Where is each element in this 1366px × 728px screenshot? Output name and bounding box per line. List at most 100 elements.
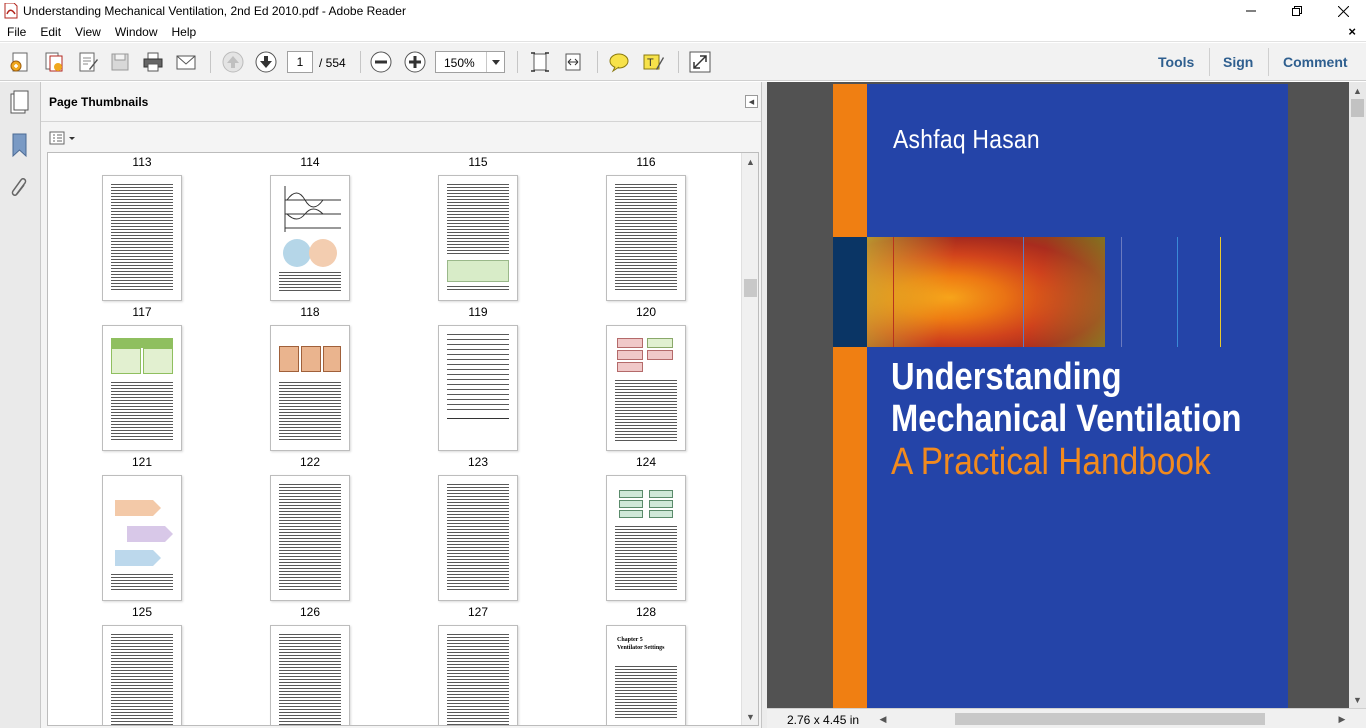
close-document-button[interactable]: × (1348, 24, 1356, 39)
attachments-icon[interactable] (9, 175, 31, 201)
menu-window[interactable]: Window (108, 25, 165, 39)
scroll-up-arrow-icon[interactable]: ▲ (742, 153, 758, 170)
cover-navy-block (833, 237, 867, 347)
zoom-out-icon[interactable] (369, 50, 393, 74)
chevron-down-icon[interactable] (486, 52, 504, 72)
combine-files-icon[interactable] (42, 50, 66, 74)
page-thumbnail[interactable]: Chapter 5 Ventilator Settings (606, 625, 686, 725)
page-thumbnail[interactable] (102, 475, 182, 601)
page-number-label: 122 (299, 455, 321, 469)
page-number-label: 115 (468, 155, 488, 169)
zoom-value: 150% (444, 56, 475, 70)
scrollbar-thumb[interactable] (1351, 99, 1364, 117)
page-number-label: 128 (635, 605, 657, 619)
page-number-input[interactable]: 1 (287, 51, 313, 73)
edit-icon[interactable] (76, 50, 100, 74)
page-thumbnail[interactable] (102, 625, 182, 725)
zoom-select[interactable]: 150% (435, 51, 505, 73)
tools-link[interactable]: Tools (1158, 54, 1194, 70)
panel-header: Page Thumbnails ◀ (41, 82, 761, 122)
page-thumbnail[interactable] (606, 475, 686, 601)
page-thumbnail[interactable] (438, 475, 518, 601)
page-thumbnail[interactable] (438, 325, 518, 451)
page-thumbnail[interactable] (606, 325, 686, 451)
menu-file[interactable]: File (0, 25, 33, 39)
document-view[interactable]: Ashfaq Hasan Understanding Mechanical Ve… (767, 82, 1366, 708)
minimize-button[interactable] (1228, 0, 1274, 22)
menu-help[interactable]: Help (165, 25, 204, 39)
page-thumbnail[interactable] (102, 175, 182, 301)
scrollbar-thumb[interactable] (744, 279, 757, 297)
page-number-label: 127 (467, 605, 489, 619)
chapter-title: Ventilator Settings (617, 645, 665, 651)
thumbnail-options-button[interactable] (49, 129, 77, 147)
page-thumbnails-icon[interactable] (9, 90, 31, 116)
page-thumbnail[interactable] (270, 625, 350, 725)
status-bar: 2.76 x 4.45 in ◀ ▶ (767, 708, 1366, 728)
thumbnails-scrollbar[interactable]: ▲ ▼ (741, 153, 758, 725)
scroll-right-arrow-icon[interactable]: ▶ (1334, 711, 1350, 727)
window-title: Understanding Mechanical Ventilation, 2n… (23, 4, 406, 18)
page-number-label: 118 (300, 305, 320, 319)
page-number-label: 120 (635, 305, 657, 319)
print-icon[interactable] (141, 50, 165, 74)
save-icon[interactable] (108, 50, 132, 74)
document-vertical-scrollbar[interactable]: ▲ ▼ (1349, 82, 1366, 708)
page-thumbnail[interactable] (438, 625, 518, 725)
thumbnails-scroll-area[interactable]: 113 114 115 116 117 118 119 120 121 122 … (47, 152, 759, 726)
scroll-up-arrow-icon[interactable]: ▲ (1349, 82, 1366, 99)
menu-view[interactable]: View (68, 25, 108, 39)
cover-orange-strip (833, 84, 867, 708)
panel-title: Page Thumbnails (49, 95, 149, 109)
page-thumbnail[interactable] (102, 325, 182, 451)
page-thumbnail[interactable] (270, 325, 350, 451)
maximize-button[interactable] (1274, 0, 1320, 22)
menu-edit[interactable]: Edit (33, 25, 68, 39)
page-number-label: 126 (299, 605, 321, 619)
close-window-button[interactable] (1320, 0, 1366, 22)
scroll-left-arrow-icon[interactable]: ◀ (875, 711, 891, 727)
document-horizontal-scrollbar[interactable]: ◀ ▶ (875, 711, 1350, 727)
fit-page-icon[interactable] (528, 50, 552, 74)
scroll-down-arrow-icon[interactable]: ▼ (1349, 691, 1366, 708)
scrollbar-thumb[interactable] (955, 713, 1265, 725)
collapse-panel-button[interactable]: ◀ (745, 95, 758, 108)
highlight-icon[interactable]: T (641, 50, 665, 74)
adobe-reader-icon (4, 2, 18, 19)
sign-link[interactable]: Sign (1223, 54, 1253, 70)
page-count: / 554 (319, 56, 346, 70)
page-number-label: 114 (300, 155, 320, 169)
fit-width-icon[interactable] (561, 50, 585, 74)
page-thumbnail[interactable] (438, 175, 518, 301)
full-screen-icon[interactable] (688, 50, 712, 74)
sticky-note-icon[interactable] (607, 50, 631, 74)
page-thumbnail[interactable] (606, 175, 686, 301)
menu-bar: File Edit View Window Help × (0, 22, 1366, 42)
thumbnails-grid: 113 114 115 116 117 118 119 120 121 122 … (48, 153, 742, 725)
page-number-label: 116 (636, 155, 656, 169)
page-thumbnail[interactable] (270, 475, 350, 601)
cover-title-line-2: Mechanical Ventilation (891, 398, 1242, 440)
page-number-label: 113 (132, 155, 152, 169)
navigation-rail (0, 82, 41, 728)
next-page-icon[interactable] (254, 50, 278, 74)
svg-text:T: T (647, 57, 654, 69)
previous-page-icon[interactable] (221, 50, 245, 74)
toolbar: 1 / 554 150% T Tools Sign Comment (0, 43, 1366, 81)
comment-link[interactable]: Comment (1283, 54, 1348, 70)
page-number-label: 123 (467, 455, 489, 469)
bookmarks-icon[interactable] (9, 132, 31, 158)
page-thumbnail[interactable] (270, 175, 350, 301)
chapter-heading: Chapter 5 (617, 637, 643, 643)
page-number-label: 121 (131, 455, 153, 469)
thumbnail-options-row (41, 123, 761, 152)
page-size-readout: 2.76 x 4.45 in (787, 713, 860, 727)
cover-subtitle: A Practical Handbook (891, 441, 1211, 483)
zoom-in-icon[interactable] (403, 50, 427, 74)
scroll-down-arrow-icon[interactable]: ▼ (742, 708, 758, 725)
create-pdf-icon[interactable] (8, 50, 32, 74)
email-icon[interactable] (174, 50, 198, 74)
page-number-label: 119 (468, 305, 488, 319)
page-number-label: 117 (132, 305, 152, 319)
cover-title-line-1: Understanding (891, 356, 1122, 398)
